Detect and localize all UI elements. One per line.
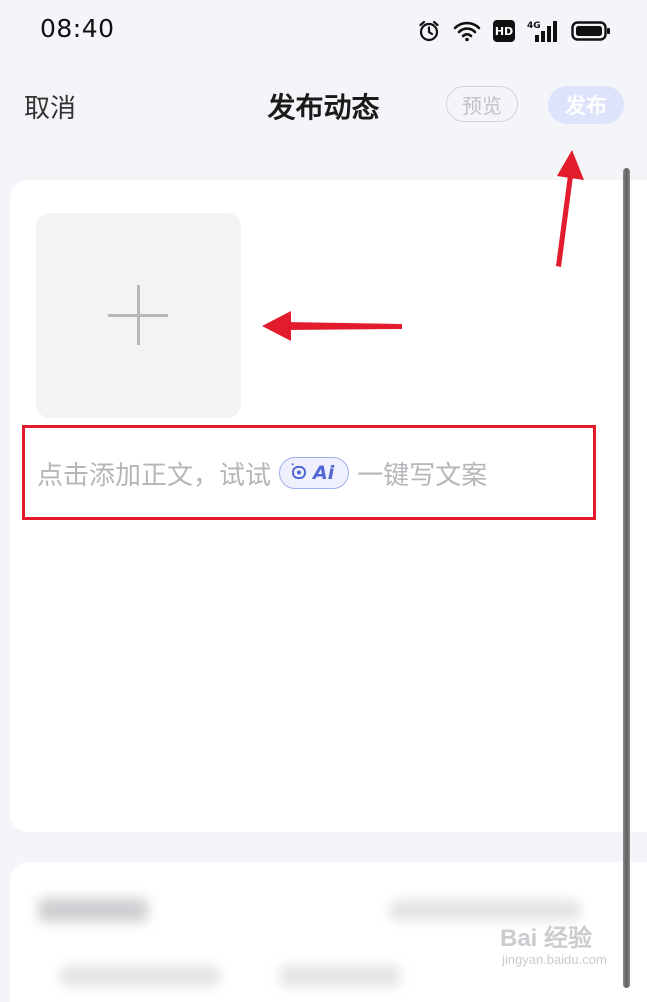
blurred-row bbox=[280, 966, 400, 986]
cellular-4g-icon: 4G bbox=[527, 19, 559, 43]
blurred-label bbox=[38, 898, 148, 922]
alarm-icon bbox=[417, 19, 441, 43]
scrollbar[interactable] bbox=[623, 168, 630, 988]
status-bar: 08:40 HD 4G bbox=[0, 0, 647, 62]
status-time: 08:40 bbox=[40, 14, 115, 43]
watermark-main: Bai 经验 bbox=[500, 925, 593, 952]
cancel-button[interactable]: 取消 bbox=[24, 88, 76, 125]
add-media-button[interactable] bbox=[36, 213, 241, 418]
status-icons: HD 4G bbox=[417, 16, 611, 46]
wifi-icon bbox=[453, 20, 481, 42]
blurred-row bbox=[60, 966, 220, 986]
preview-button[interactable]: 预览 bbox=[446, 86, 518, 122]
annotation-highlight-box bbox=[22, 425, 596, 520]
hd-icon: HD bbox=[493, 20, 515, 42]
publish-button[interactable]: 发布 bbox=[548, 86, 624, 124]
network-label: 4G bbox=[527, 21, 541, 31]
baidu-jingyan-watermark: Bai 经验 jingyan.baidu.com bbox=[500, 918, 630, 978]
blurred-value bbox=[390, 900, 580, 920]
battery-icon bbox=[571, 20, 611, 42]
watermark-sub: jingyan.baidu.com bbox=[502, 952, 607, 967]
header: 取消 发布动态 预览 发布 bbox=[0, 62, 647, 148]
